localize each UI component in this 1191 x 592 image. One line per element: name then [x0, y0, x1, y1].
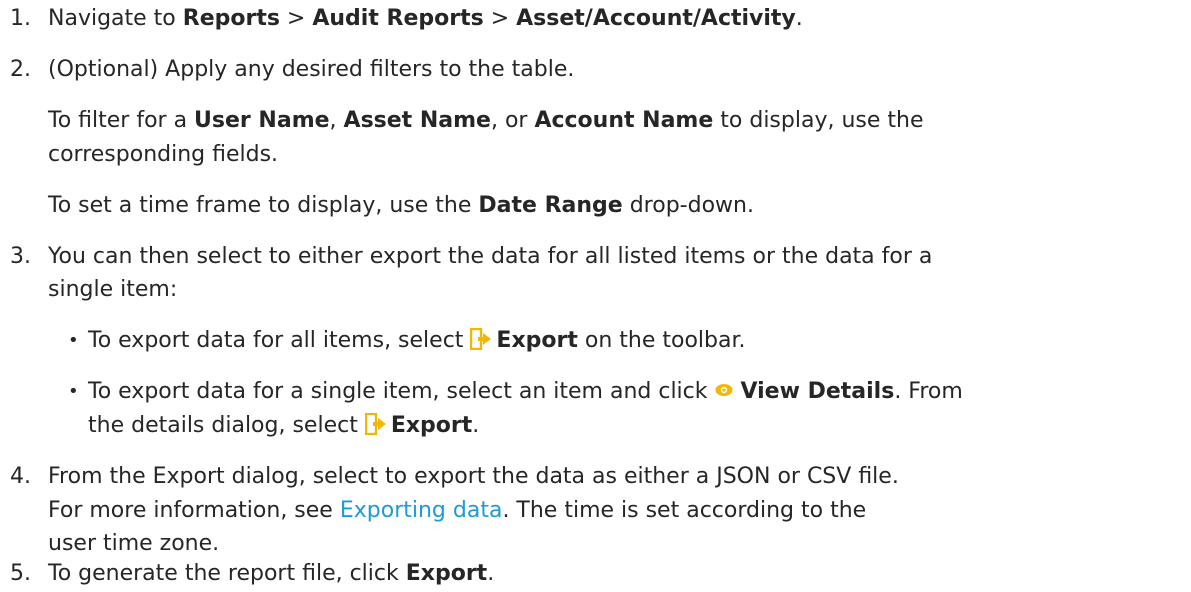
breadcrumb-separator: >: [483, 6, 517, 31]
step-4-line2-prefix: For more information, see: [48, 498, 340, 523]
bullet-text: To export data for all items, select Exp…: [88, 325, 1173, 357]
bullet-dot: •: [68, 381, 79, 402]
breadcrumb-asset-account-activity: Asset/Account/Activity: [516, 6, 796, 31]
bullet-export-single-line2: the details dialog, select Export.: [88, 410, 1173, 442]
export-label: Export: [405, 561, 488, 586]
step-5-prefix: To generate the report file, click: [48, 561, 406, 586]
export-icon: [364, 413, 386, 435]
step-3-line2: single item:: [48, 277, 178, 302]
filter-note-sep: , or: [490, 108, 535, 133]
bullet-export-all: • To export data for all items, select E…: [68, 325, 1173, 357]
breadcrumb-separator: >: [279, 6, 313, 31]
filter-note-suffix: to display, use the: [713, 108, 924, 133]
breadcrumb-reports: Reports: [182, 6, 280, 31]
step-5-suffix: .: [487, 561, 495, 586]
breadcrumb-audit-reports: Audit Reports: [312, 6, 484, 31]
bullet-prefix: To export data for all items, select: [88, 328, 471, 353]
bullet-suffix: . From: [894, 379, 963, 404]
step-1-suffix: .: [795, 6, 803, 31]
export-label: Export: [496, 328, 578, 353]
bullet-prefix: the details dialog, select: [88, 413, 365, 438]
filter-note-sep: ,: [329, 108, 344, 133]
export-icon: [470, 328, 492, 350]
field-asset-name: Asset Name: [343, 108, 491, 133]
step-text: Navigate to Reports > Audit Reports > As…: [48, 3, 1173, 35]
step-number: 3.: [10, 244, 31, 269]
step-number: 2.: [10, 57, 31, 82]
bullet-export-single: • To export data for a single item, sele…: [68, 376, 1173, 408]
exporting-data-link[interactable]: Exporting data: [340, 498, 503, 523]
bullet-text: the details dialog, select Export.: [88, 410, 1173, 442]
step-2-date-note: To set a time frame to display, use the …: [48, 190, 1173, 222]
bullet-text: To export data for a single item, select…: [88, 376, 1173, 408]
bullet-prefix: To export data for a single item, select…: [88, 379, 715, 404]
step-1-prefix: Navigate to: [48, 6, 183, 31]
bullet-dot: •: [68, 330, 79, 351]
field-date-range: Date Range: [478, 193, 623, 218]
step-number: 4.: [10, 464, 31, 489]
date-note-suffix: drop-down.: [622, 193, 754, 218]
step-number: 1.: [10, 6, 31, 31]
step-text: You can then select to either export the…: [48, 244, 933, 269]
step-number: 5.: [10, 561, 31, 586]
step-text: From the Export dialog, select to export…: [48, 464, 899, 489]
bullet-suffix: .: [472, 413, 480, 438]
date-note-prefix: To set a time frame to display, use the: [48, 193, 479, 218]
eye-icon: [715, 384, 732, 396]
step-text: (Optional) Apply any desired filters to …: [48, 57, 575, 82]
step-4-line2: For more information, see Exporting data…: [48, 495, 1173, 527]
filter-note-prefix: To filter for a: [48, 108, 195, 133]
step-text: To generate the report file, click Expor…: [48, 558, 1173, 590]
step-4-line3: user time zone.: [48, 531, 220, 556]
field-user-name: User Name: [194, 108, 330, 133]
step-4-line2-suffix: . The time is set according to the: [502, 498, 867, 523]
bullet-suffix: on the toolbar.: [577, 328, 746, 353]
step-2-filter-note-line2: corresponding fields.: [48, 142, 279, 167]
field-account-name: Account Name: [534, 108, 714, 133]
step-2-filter-note: To filter for a User Name, Asset Name, o…: [48, 105, 1173, 137]
export-label: Export: [390, 413, 473, 438]
view-details-label: View Details: [740, 379, 895, 404]
